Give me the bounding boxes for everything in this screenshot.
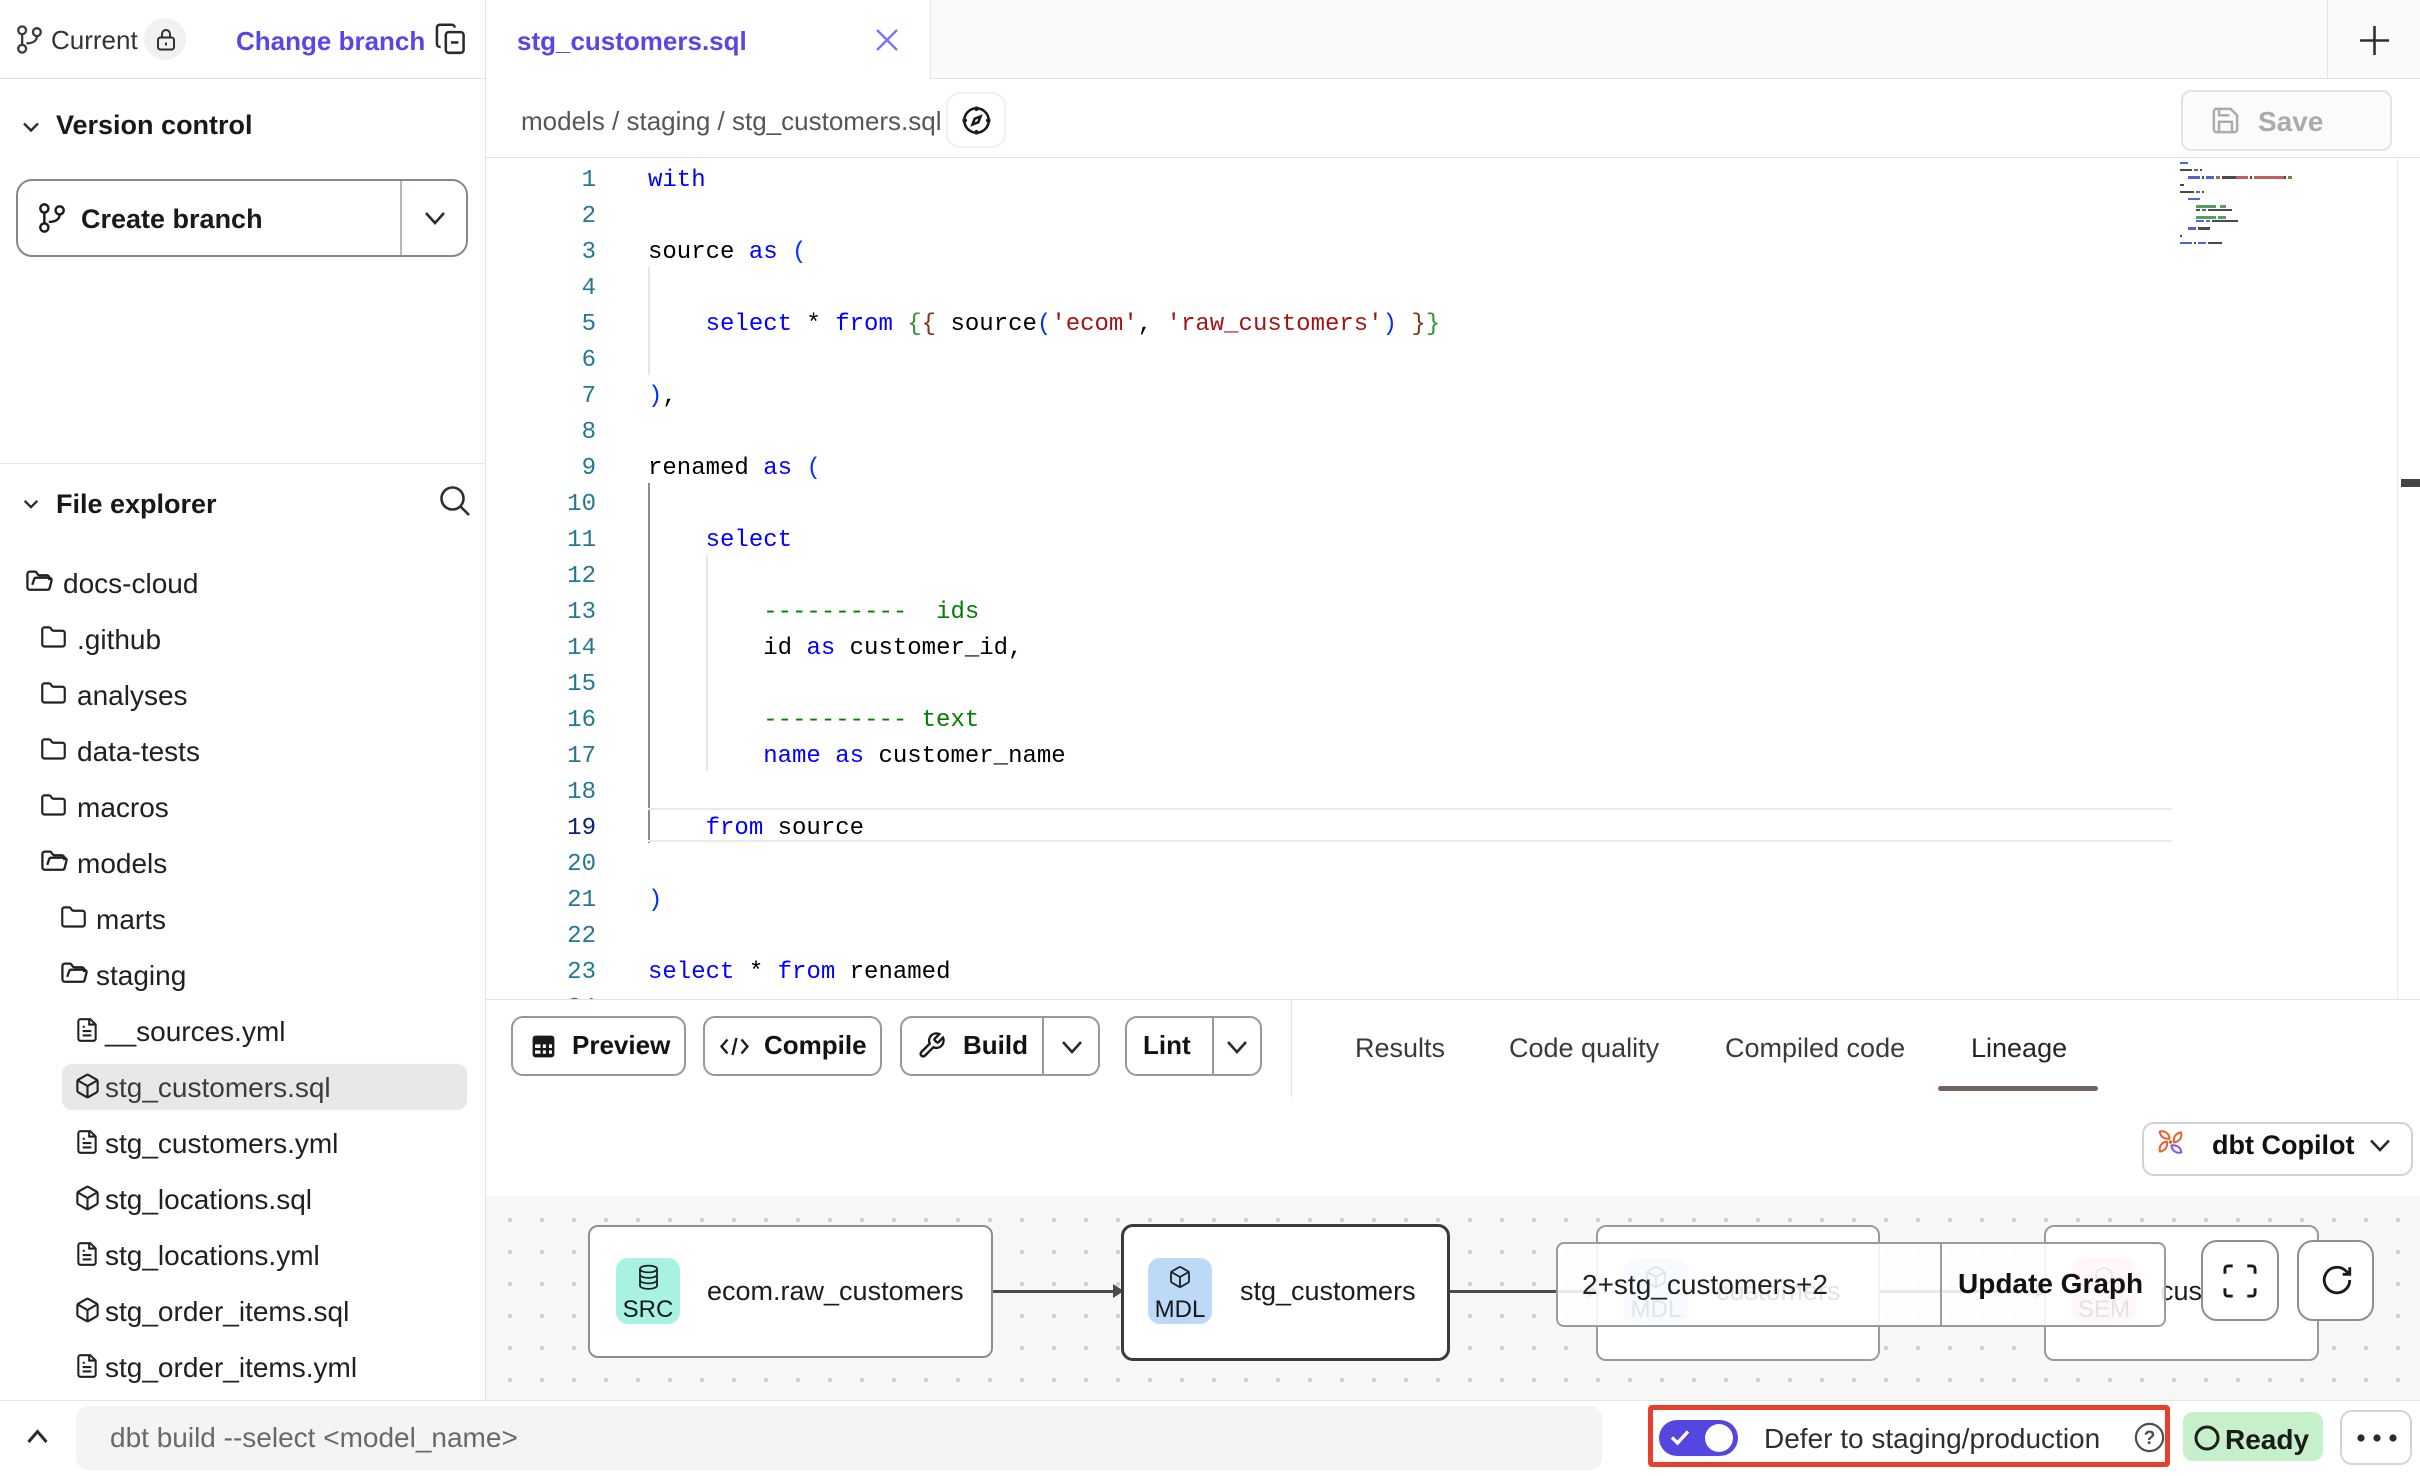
svg-text:?: ? — [2144, 1428, 2156, 1449]
